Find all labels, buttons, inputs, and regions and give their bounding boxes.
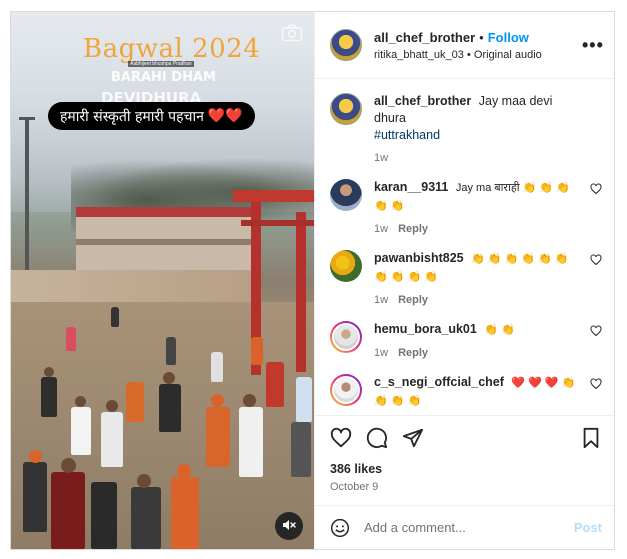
post-modal: Bagwal 2024 Aabhijeet bhushpa Pradhan BA… bbox=[10, 11, 615, 550]
comment-time: 1w bbox=[374, 347, 389, 359]
comments-list[interactable]: all_chef_brother Jay maa devi dhura #utt… bbox=[315, 79, 614, 415]
video-player[interactable]: Bagwal 2024 Aabhijeet bhushpa Pradhan BA… bbox=[11, 12, 314, 549]
camera-icon[interactable] bbox=[281, 24, 303, 42]
like-comment-heart-icon[interactable] bbox=[590, 325, 602, 337]
comment-item: pawanbisht825 👏 👏 👏 👏 👏 👏 👏 👏 👏 👏 1w Repl… bbox=[330, 250, 602, 309]
header-separator: • bbox=[479, 29, 484, 45]
video-small-caption: Aabhijeet bhushpa Pradhan bbox=[128, 61, 194, 67]
like-comment-heart-icon[interactable] bbox=[590, 378, 602, 390]
audio-label[interactable]: Original audio bbox=[474, 49, 542, 61]
comment-item: hemu_bora_uk01 👏 👏 1w Reply bbox=[330, 321, 602, 362]
comment-input[interactable]: Add a comment... bbox=[364, 520, 574, 535]
reply-button[interactable]: Reply bbox=[398, 347, 428, 359]
save-bookmark-icon[interactable] bbox=[580, 427, 602, 449]
post-header: all_chef_brother • Follow ritika_bhatt_u… bbox=[315, 12, 614, 79]
comment-username[interactable]: pawanbisht825 bbox=[374, 251, 464, 265]
comment-avatar[interactable] bbox=[330, 321, 362, 353]
caption-avatar[interactable] bbox=[330, 93, 362, 125]
audio-separator: • bbox=[466, 48, 471, 61]
tower-structure bbox=[19, 117, 35, 287]
comment-bubble-icon[interactable] bbox=[366, 427, 388, 449]
post-comment-button[interactable]: Post bbox=[574, 520, 602, 535]
audio-user[interactable]: ritika_bhatt_uk_03 bbox=[374, 49, 464, 61]
caption-time: 1w bbox=[374, 152, 389, 164]
reply-button[interactable]: Reply bbox=[398, 223, 428, 235]
red-gate-beam-lower bbox=[241, 220, 314, 226]
caption-username[interactable]: all_chef_brother bbox=[374, 94, 471, 108]
comment-username[interactable]: karan__9311 bbox=[374, 180, 448, 194]
follow-button[interactable]: Follow bbox=[488, 30, 529, 45]
like-heart-icon[interactable] bbox=[330, 427, 352, 449]
pill-hearts: ❤️❤️ bbox=[207, 108, 243, 124]
comment-username[interactable]: hemu_bora_uk01 bbox=[374, 322, 477, 336]
comment-item: c_s_negi_offcial_chef ❤️ ❤️ ❤️ 👏 👏 👏 👏 bbox=[330, 374, 602, 410]
reply-button[interactable]: Reply bbox=[398, 294, 428, 306]
post-caption: all_chef_brother Jay maa devi dhura #utt… bbox=[330, 93, 602, 167]
author-info: all_chef_brother • Follow ritika_bhatt_u… bbox=[374, 30, 582, 61]
comment-avatar[interactable] bbox=[330, 179, 362, 211]
add-comment-bar: Add a comment... Post bbox=[315, 505, 614, 549]
mute-button[interactable] bbox=[275, 512, 303, 540]
post-side-panel: all_chef_brother • Follow ritika_bhatt_u… bbox=[314, 12, 614, 549]
author-avatar[interactable] bbox=[330, 29, 362, 61]
more-options-button[interactable]: ••• bbox=[582, 35, 603, 56]
pill-text: हमारी संस्कृती हमारी पहचान bbox=[60, 108, 204, 125]
red-gate-post-right bbox=[296, 212, 306, 372]
like-comment-heart-icon[interactable] bbox=[590, 183, 602, 195]
video-place-line1: BARAHI DHAM bbox=[111, 70, 216, 85]
comment-avatar[interactable] bbox=[330, 374, 362, 406]
comment-item: karan__9311 Jay ma बाराही 👏 👏 👏 👏 👏 1w Re… bbox=[330, 179, 602, 238]
comment-username[interactable]: c_s_negi_offcial_chef bbox=[374, 375, 504, 389]
author-username[interactable]: all_chef_brother bbox=[374, 30, 475, 45]
post-date: October 9 bbox=[330, 481, 379, 493]
temple-building bbox=[76, 207, 251, 277]
comment-avatar[interactable] bbox=[330, 250, 362, 282]
comment-text: 👏 👏 bbox=[484, 324, 515, 336]
emoji-icon[interactable] bbox=[330, 518, 350, 538]
mute-icon bbox=[282, 518, 296, 535]
likes-count[interactable]: 386 likes bbox=[330, 462, 602, 476]
stadium-wall bbox=[11, 270, 251, 304]
comment-time: 1w bbox=[374, 294, 389, 306]
post-actions: 386 likes October 9 bbox=[315, 415, 614, 505]
video-caption-pill: हमारी संस्कृती हमारी पहचान ❤️❤️ bbox=[48, 102, 255, 130]
comment-time: 1w bbox=[374, 223, 389, 235]
share-paper-plane-icon[interactable] bbox=[402, 427, 424, 449]
red-gate-beam bbox=[233, 190, 314, 202]
caption-hashtag[interactable]: #uttrakhand bbox=[374, 128, 440, 142]
like-comment-heart-icon[interactable] bbox=[590, 254, 602, 266]
video-title: Bagwal 2024 bbox=[83, 34, 261, 64]
